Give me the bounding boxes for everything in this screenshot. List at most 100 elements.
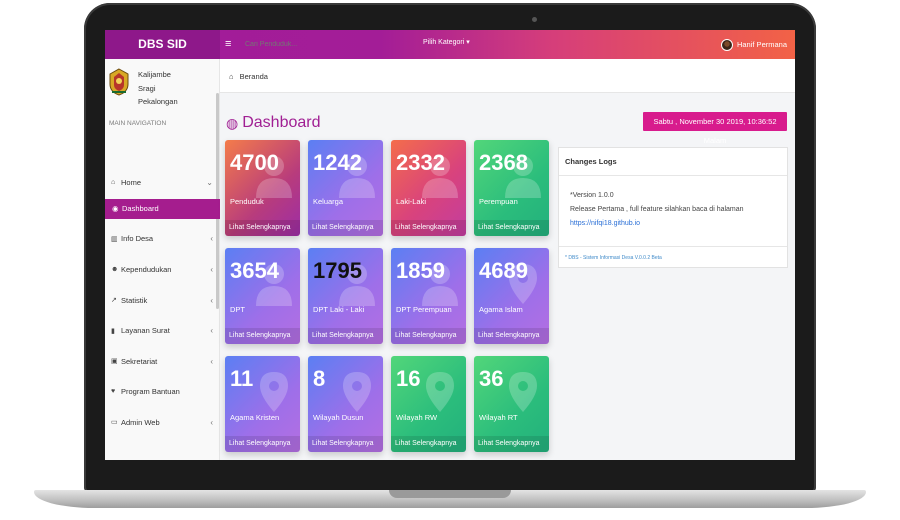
chevron-left-icon: ‹ (210, 234, 213, 244)
laptop-notch (389, 490, 511, 498)
stat-card-wilayah-rt[interactable]: 36 Wilayah RT Lihat Selengkapnya (474, 356, 549, 452)
chevron-left-icon: ‹ (210, 295, 213, 305)
sidebar-item-label: Sekretariat (121, 356, 158, 366)
org-panel: Kalijambe Sragi Pekalongan (105, 59, 220, 111)
category-select[interactable]: Pilih Kategori ▾ (423, 38, 499, 52)
version-text: *Version 1.0.0 (570, 192, 614, 199)
more-info-link[interactable]: Lihat Selengkapnya (308, 220, 383, 236)
user-name: Hanif Permana (736, 40, 787, 49)
search-input[interactable] (245, 36, 415, 53)
app-window: DBS SID ≡ Pilih Kategori ▾ Hanif Permana… (105, 30, 795, 460)
map-marker-icon (260, 372, 288, 412)
stat-card-laki-laki[interactable]: 2332 Laki-Laki Lihat Selengkapnya (391, 140, 466, 236)
stat-card-dpt-laki-laki[interactable]: 1795 DPT Laki - Laki Lihat Selengkapnya (308, 248, 383, 344)
heart-icon: ♥ (111, 388, 116, 396)
stat-card-dpt[interactable]: 3654 DPT Lihat Selengkapnya (225, 248, 300, 344)
more-info-link[interactable]: Lihat Selengkapnya (225, 436, 300, 452)
more-info-link[interactable]: Lihat Selengkapnya (308, 328, 383, 344)
more-info-link[interactable]: Lihat Selengkapnya (225, 328, 300, 344)
chevron-left-icon: ‹ (210, 264, 213, 274)
more-info-link[interactable]: Lihat Selengkapnya (474, 220, 549, 236)
users-icon: ☻ (111, 265, 119, 273)
more-info-link[interactable]: Lihat Selengkapnya (391, 436, 466, 452)
home-icon: ⌂ (111, 178, 116, 186)
stat-value: 1242 (313, 150, 362, 175)
sidebar-item-kependudukan[interactable]: ☻ Kependudukan ‹ (105, 254, 220, 285)
stat-label: Keluarga (313, 197, 344, 206)
sidebar-item-info-desa[interactable]: ▥ Info Desa ‹ (105, 224, 220, 255)
emblem-icon (109, 68, 129, 96)
main-content: ⌂ Beranda ◍ Dashboard Sabtu , November 3… (220, 59, 795, 460)
changes-log-title: Changes Logs (559, 148, 787, 176)
stat-label: DPT (230, 305, 245, 314)
desktop-icon: ▭ (111, 419, 118, 427)
stat-card-wilayah-dusun[interactable]: 8 Wilayah Dusun Lihat Selengkapnya (308, 356, 383, 452)
stat-label: Penduduk (230, 197, 264, 206)
changes-log-body: *Version 1.0.0 Release Pertama , full fe… (559, 176, 787, 231)
stat-card-wilayah-rw[interactable]: 16 Wilayah RW Lihat Selengkapnya (391, 356, 466, 452)
map-marker-icon (509, 372, 537, 412)
stat-value: 4700 (230, 150, 279, 175)
stat-card-agama-islam[interactable]: 4689 Agama Islam Lihat Selengkapnya (474, 248, 549, 344)
stat-card-perempuan[interactable]: 2368 Perempuan Lihat Selengkapnya (474, 140, 549, 236)
sidebar-item-sekretariat[interactable]: ▣ Sekretariat ‹ (105, 346, 220, 377)
chevron-left-icon: ‹ (210, 326, 213, 336)
sidebar-item-admin-web[interactable]: ▭ Admin Web ‹ (105, 407, 220, 438)
stat-value: 11 (230, 366, 254, 391)
stat-card-dpt-perempuan[interactable]: 1859 DPT Perempuan Lihat Selengkapnya (391, 248, 466, 344)
stat-label: DPT Laki - Laki (313, 305, 365, 314)
hamburger-icon[interactable]: ≡ (225, 30, 239, 59)
sidebar-item-layanan-surat[interactable]: ▮ Layanan Surat ‹ (105, 315, 220, 346)
sidebar-item-program-bantuan[interactable]: ♥ Program Bantuan (105, 377, 220, 408)
breadcrumb-item[interactable]: Beranda (240, 72, 268, 81)
stat-value: 4689 (479, 258, 528, 283)
stat-value: 2368 (479, 150, 528, 175)
sidebar-item-statistik[interactable]: ↗ Statistik ‹ (105, 285, 220, 316)
stat-value: 16 (396, 366, 421, 391)
org-line-village: Kalijambe (138, 70, 171, 79)
stat-value: 1795 (313, 258, 362, 283)
release-text: Release Pertama , full feature silahkan … (570, 206, 744, 213)
dashboard-icon: ◉ (112, 204, 119, 214)
docs-link[interactable]: https://nifqi18.github.io (570, 217, 787, 231)
user-menu[interactable]: Hanif Permana (720, 37, 787, 53)
org-name: Kalijambe Sragi Pekalongan (138, 68, 178, 109)
stat-value: 1859 (396, 258, 445, 283)
chevron-left-icon: ‹ (210, 356, 213, 366)
sidebar-item-label: Info Desa (121, 234, 154, 244)
stat-label: Agama Kristen (230, 413, 280, 422)
stat-card-keluarga[interactable]: 1242 Keluarga Lihat Selengkapnya (308, 140, 383, 236)
chevron-left-icon: ‹ (210, 417, 213, 427)
sidebar-item-label: Dashboard (122, 204, 159, 214)
chevron-down-icon: ⌄ (206, 177, 213, 187)
org-line-regency: Pekalongan (138, 97, 178, 106)
more-info-link[interactable]: Lihat Selengkapnya (391, 220, 466, 236)
home-icon[interactable]: ⌂ (229, 72, 234, 81)
chart-icon: ↗ (111, 297, 117, 305)
date-badge: Sabtu , November 30 2019, 10:36:52 Malam (643, 112, 787, 145)
stat-value: 36 (479, 366, 504, 391)
stat-label: Perempuan (479, 197, 518, 206)
sidebar-item-home[interactable]: ⌂ Home ⌄ (105, 167, 220, 198)
stat-label: Wilayah RT (479, 413, 518, 422)
stat-label: DPT Perempuan (396, 305, 452, 314)
more-info-link[interactable]: Lihat Selengkapnya (474, 328, 549, 344)
map-marker-icon (343, 372, 371, 412)
changes-log-footer: * DBS - Sistem Informasi Desa V.0.0.2 Be… (559, 246, 787, 267)
sidebar-item-dashboard[interactable]: ◉ Dashboard (105, 198, 220, 219)
stat-value: 8 (313, 366, 326, 391)
stat-card-penduduk[interactable]: 4700 Penduduk Lihat Selengkapnya (225, 140, 300, 236)
more-info-link[interactable]: Lihat Selengkapnya (474, 436, 549, 452)
stat-label: Wilayah RW (396, 413, 438, 422)
brand-logo[interactable]: DBS SID (105, 30, 220, 59)
book-icon: ▮ (111, 327, 115, 335)
more-info-link[interactable]: Lihat Selengkapnya (391, 328, 466, 344)
stat-label: Laki-Laki (396, 197, 427, 206)
more-info-link[interactable]: Lihat Selengkapnya (308, 436, 383, 452)
sidebar-item-label: Admin Web (121, 417, 160, 427)
more-info-link[interactable]: Lihat Selengkapnya (225, 220, 300, 236)
sidebar: Kalijambe Sragi Pekalongan MAIN NAVIGATI… (105, 59, 220, 460)
sidebar-item-label: Layanan Surat (121, 326, 170, 336)
sidebar-item-label: Statistik (121, 295, 148, 305)
stat-card-agama-kristen[interactable]: 11 Agama Kristen Lihat Selengkapnya (225, 356, 300, 452)
